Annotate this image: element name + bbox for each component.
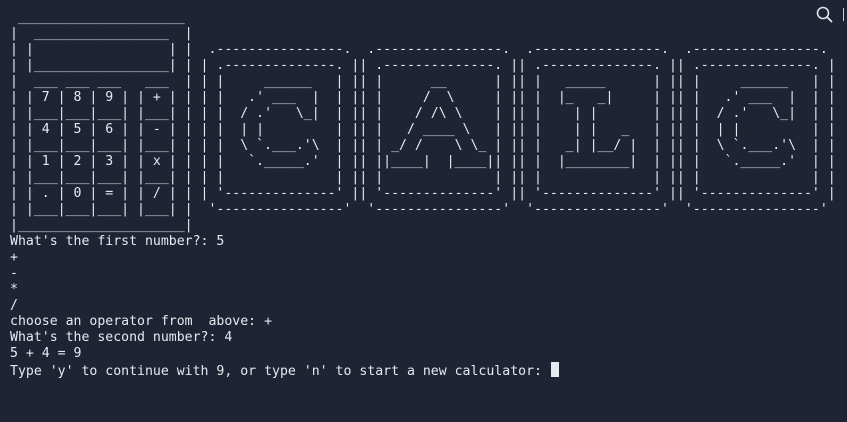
prompt-second-number: What's the second number?: 4 <box>10 330 233 345</box>
operator-option-minus: - <box>10 266 18 281</box>
prompt-first-number: What's the first number?: 5 <box>10 234 225 249</box>
operator-option-plus: + <box>10 250 18 265</box>
scroll-edge-indicator <box>843 8 847 21</box>
text-cursor[interactable] <box>550 362 559 377</box>
terminal-output: What's the first number?: 5 + - * / choo… <box>10 234 847 379</box>
search-icon <box>816 6 833 23</box>
continue-prompt: Type 'y' to continue with 9, or type 'n'… <box>10 364 550 379</box>
operator-option-divide: / <box>10 298 18 313</box>
calc-ascii-banner: _____________________ | ________________… <box>10 10 836 233</box>
terminal-window[interactable]: _____________________ | ________________… <box>0 0 847 422</box>
prompt-operator: choose an operator from above: + <box>10 314 273 329</box>
calculation-result: 5 + 4 = 9 <box>10 346 82 361</box>
operator-option-multiply: * <box>10 282 18 297</box>
continue-prompt-line[interactable]: Type 'y' to continue with 9, or type 'n'… <box>10 362 847 379</box>
search-button[interactable] <box>815 5 835 25</box>
